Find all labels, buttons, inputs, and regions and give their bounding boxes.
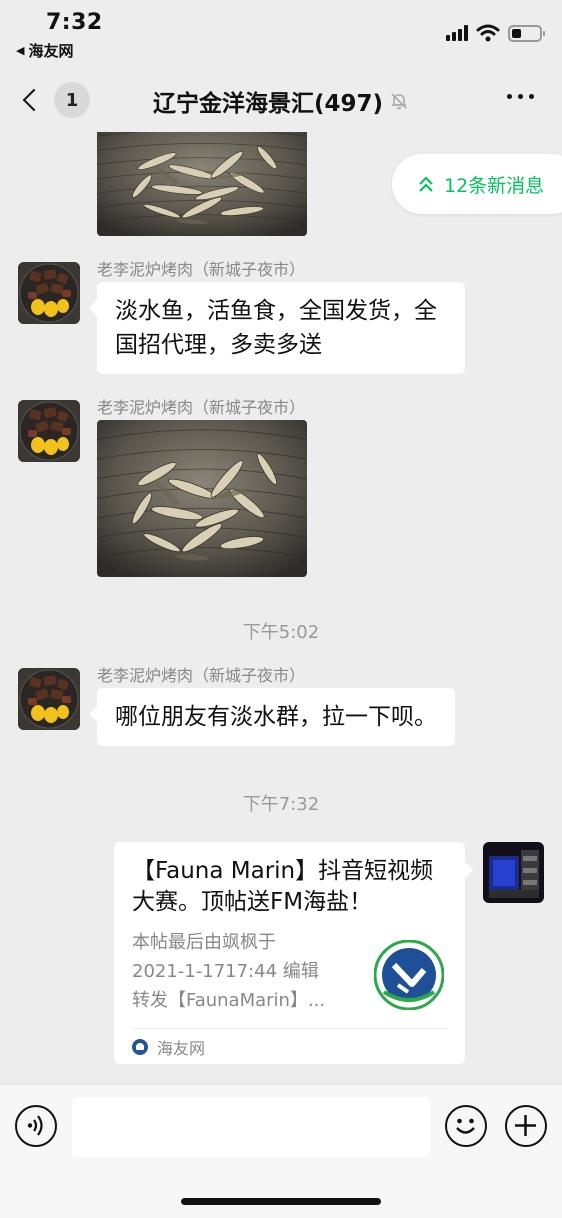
back-to-app[interactable]: ◀ 海友网 xyxy=(16,40,73,61)
source-app-icon xyxy=(132,1038,148,1055)
fauna-marin-logo-icon xyxy=(374,940,444,1010)
fish-photo xyxy=(97,420,307,577)
home-indicator[interactable] xyxy=(181,1198,381,1205)
text-message-bubble[interactable]: 哪位朋友有淡水群，拉一下呗。 xyxy=(89,688,455,746)
emoji-button[interactable] xyxy=(445,1105,487,1147)
back-app-label: 海友网 xyxy=(28,42,74,60)
sender-name: 老李泥炉烤肉（新城子夜市） xyxy=(97,666,306,685)
link-card-description: 本帖最后由飒枫于 2021-1-1717:44 编辑 转发【FaunaMarin… xyxy=(132,928,362,1015)
timestamp: 下午7:32 xyxy=(242,794,320,815)
back-triangle-icon: ◀ xyxy=(16,44,25,57)
food-avatar-image xyxy=(18,400,80,462)
text-message-bubble[interactable]: 淡水鱼，活鱼食，全国发货，全国招代理，多卖多送 xyxy=(89,282,465,374)
status-icons xyxy=(446,24,545,42)
new-messages-button[interactable]: 12条新消息 xyxy=(392,154,562,214)
desc-line: 2021-1-1717:44 编辑 xyxy=(132,961,319,982)
chat-title: 辽宁金洋海景汇(497) xyxy=(152,91,384,117)
link-card-message[interactable]: 【Fauna Marin】抖音短视频大赛。顶帖送FM海盐！ 本帖最后由飒枫于 2… xyxy=(114,842,473,1064)
voice-icon xyxy=(27,1115,43,1136)
double-chevron-up-icon xyxy=(419,176,433,192)
aquarium-avatar-image xyxy=(483,842,544,903)
sender-avatar[interactable] xyxy=(18,668,80,730)
image-message-partial[interactable] xyxy=(97,132,307,236)
sender-name: 老李泥炉烤肉（新城子夜市） xyxy=(97,398,306,417)
desc-line: 转发【FaunaMarin】... xyxy=(132,990,326,1011)
fish-photo xyxy=(97,132,307,236)
signal-icon xyxy=(446,25,468,41)
chat-screen: 7:32 ◀ 海友网 1 辽宁金洋海景汇(497) 12条新消息 老李泥炉烤肉（… xyxy=(0,0,562,1218)
sender-name: 老李泥炉烤肉（新城子夜市） xyxy=(97,260,306,279)
food-avatar-image xyxy=(18,262,80,324)
status-time: 7:32 xyxy=(46,10,103,35)
sender-avatar[interactable] xyxy=(18,262,80,324)
emoji-icon xyxy=(456,1118,475,1134)
nav-title-wrap: 辽宁金洋海景汇(497) xyxy=(0,84,562,118)
plus-button[interactable] xyxy=(505,1105,547,1147)
more-icon[interactable] xyxy=(507,94,534,99)
food-avatar-image xyxy=(18,668,80,730)
status-bar: 7:32 ◀ 海友网 xyxy=(0,0,562,68)
nav-bar: 1 辽宁金洋海景汇(497) xyxy=(0,68,562,132)
link-card-footer: 海友网 xyxy=(132,1028,447,1064)
link-card-title: 【Fauna Marin】抖音短视频大赛。顶帖送FM海盐！ xyxy=(132,858,434,915)
wifi-icon xyxy=(476,24,500,42)
link-card-body: 本帖最后由飒枫于 2021-1-1717:44 编辑 转发【FaunaMarin… xyxy=(132,928,447,1015)
mute-bell-icon xyxy=(391,93,407,110)
desc-line: 本帖最后由飒枫于 xyxy=(132,932,276,953)
battery-icon xyxy=(508,24,545,42)
plus-icon xyxy=(515,1115,536,1136)
self-avatar[interactable] xyxy=(483,842,544,903)
image-message[interactable] xyxy=(97,420,307,577)
link-card-source: 海友网 xyxy=(157,1038,206,1058)
sender-avatar[interactable] xyxy=(18,400,80,462)
voice-button[interactable] xyxy=(15,1105,57,1147)
message-input[interactable] xyxy=(72,1097,430,1157)
timestamp: 下午5:02 xyxy=(242,622,320,643)
new-messages-label: 12条新消息 xyxy=(444,174,545,197)
chat-messages: 12条新消息 老李泥炉烤肉（新城子夜市） 淡水鱼，活鱼食，全国发货，全国招代理，… xyxy=(0,132,562,1084)
